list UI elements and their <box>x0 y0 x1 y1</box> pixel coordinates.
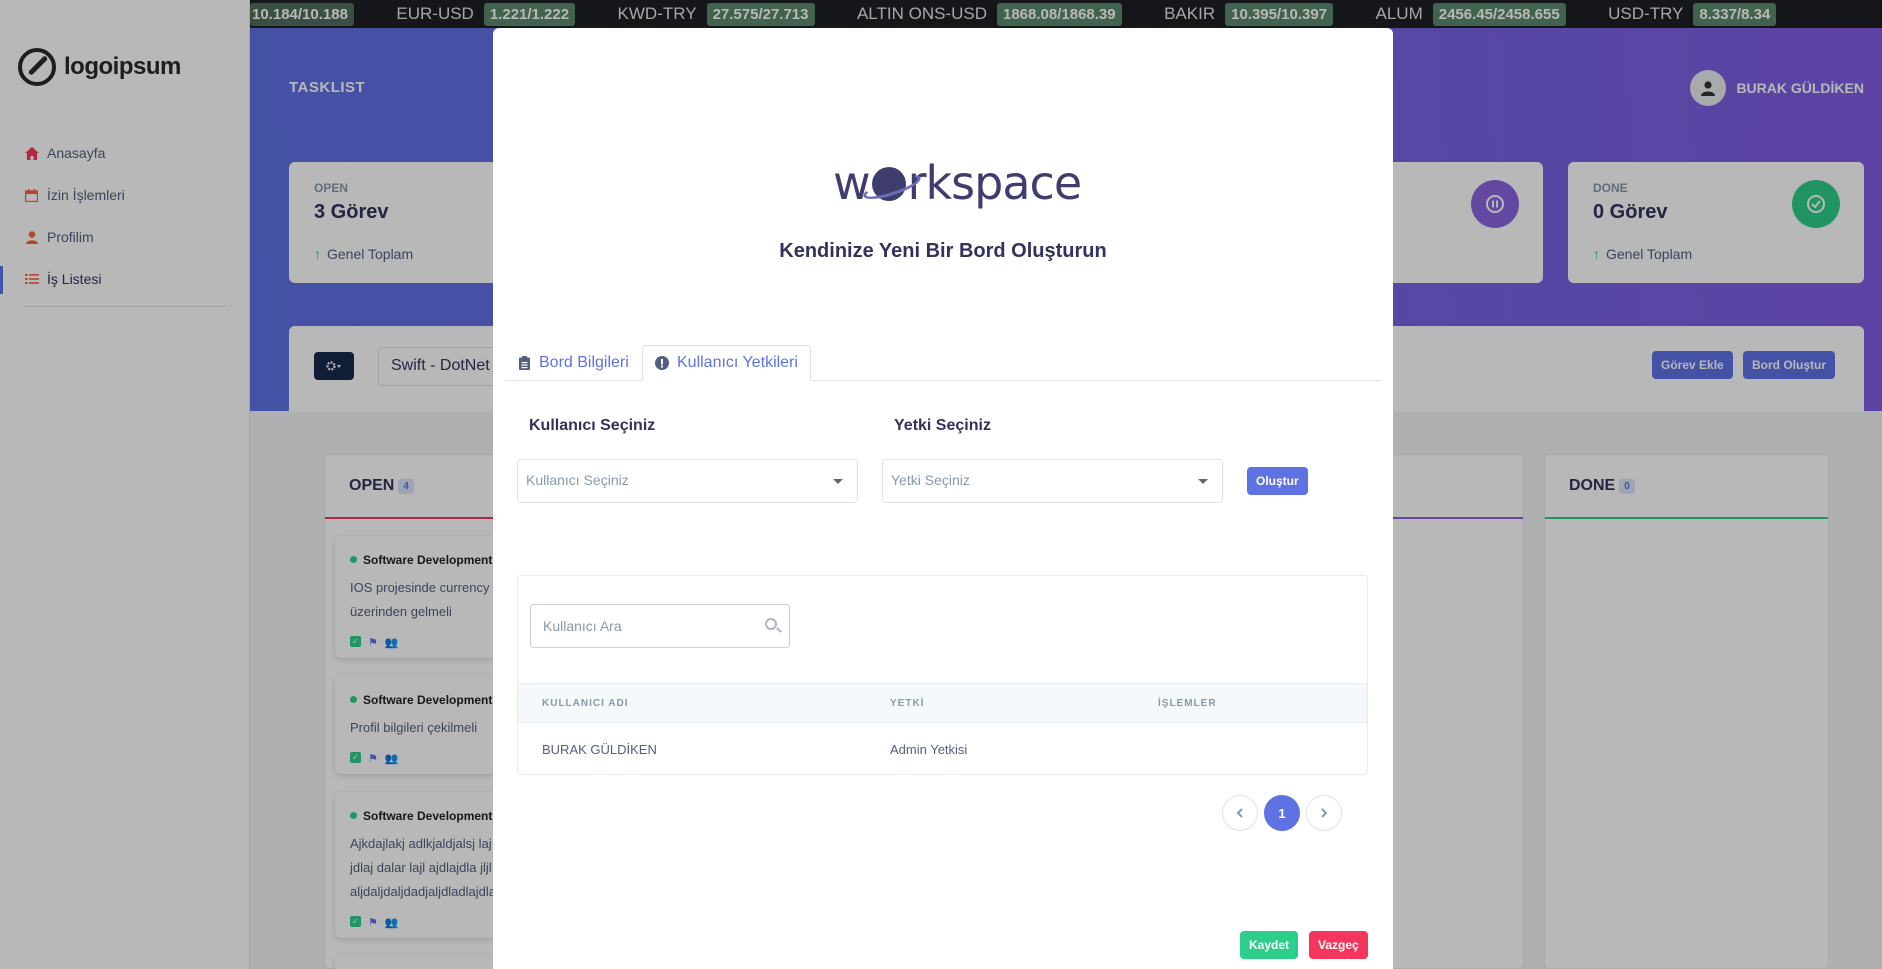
table-row: BURAK GÜLDİKEN Admin Yetkisi <box>518 723 1367 775</box>
tab-user-permissions[interactable]: Kullanıcı Yetkileri <box>642 345 811 381</box>
cancel-button[interactable]: Vazgeç <box>1309 931 1368 959</box>
user-search-input[interactable]: Kullanıcı Ara <box>530 604 790 648</box>
column-header-actions: İŞLEMLER <box>1158 698 1217 709</box>
user-select-label: Kullanıcı Seçiniz <box>529 417 656 434</box>
cell-username: BURAK GÜLDİKEN <box>542 742 657 757</box>
cell-role: Admin Yetkisi <box>890 742 968 757</box>
search-icon <box>765 618 777 630</box>
create-board-modal: w rkspace Kendinize Yeni Bir Bord Oluştur… <box>493 28 1393 969</box>
clipboard-icon <box>517 356 531 370</box>
permissions-table-card: Kullanıcı Ara KULLANICI ADI YETKİ İŞLEML… <box>517 575 1368 775</box>
chevron-down-icon <box>833 479 843 484</box>
role-select-label: Yetki Seçiniz <box>894 417 991 434</box>
role-select[interactable]: Yetki Seçiniz <box>882 459 1223 503</box>
next-page-button[interactable] <box>1306 795 1342 831</box>
column-header-role: YETKİ <box>890 698 925 709</box>
planet-icon <box>871 167 906 201</box>
modal-heading: Kendinize Yeni Bir Bord Oluşturun <box>779 240 1107 262</box>
save-button[interactable]: Kaydet <box>1240 931 1299 959</box>
exclamation-circle-icon <box>655 356 669 370</box>
column-header-username: KULLANICI ADI <box>542 698 629 709</box>
tab-label: Kullanıcı Yetkileri <box>677 354 798 371</box>
tab-label: Bord Bilgileri <box>539 354 629 371</box>
chevron-down-icon <box>1198 479 1208 484</box>
page-button[interactable]: 1 <box>1264 795 1300 831</box>
user-select[interactable]: Kullanıcı Seçiniz <box>517 459 858 503</box>
workspace-logo: w rkspace <box>833 156 1082 210</box>
table-header: KULLANICI ADI YETKİ İŞLEMLER <box>518 683 1367 723</box>
prev-page-button[interactable] <box>1222 795 1258 831</box>
pagination: 1 <box>1222 795 1342 831</box>
tab-board-info[interactable]: Bord Bilgileri <box>505 345 641 381</box>
modal-tabs: Bord Bilgileri Kullanıcı Yetkileri <box>505 345 1381 381</box>
create-permission-button[interactable]: Oluştur <box>1247 467 1308 495</box>
